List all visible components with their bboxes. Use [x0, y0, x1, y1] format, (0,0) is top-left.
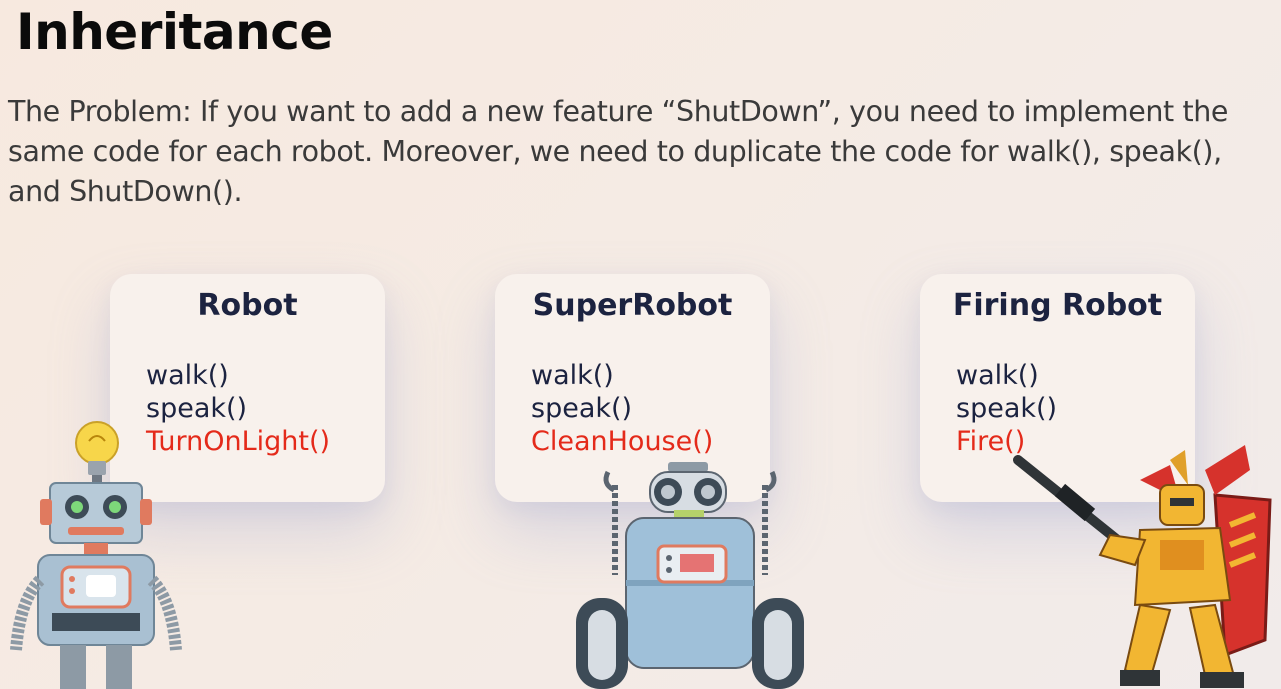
mech-gunner-robot-illustration [1013, 445, 1272, 688]
card-title: Firing Robot [952, 288, 1163, 323]
lightbulb-robot-illustration [10, 421, 182, 689]
card-title: SuperRobot [532, 288, 733, 323]
method-list: walk() speak() CleanHouse() [531, 359, 713, 458]
problem-text: The Problem: If you want to add a new fe… [8, 95, 1229, 208]
method-speak: speak() [531, 393, 633, 424]
method-speak: speak() [956, 393, 1058, 424]
slide-title: Inheritance [16, 3, 333, 61]
card-title: Robot [197, 288, 298, 323]
method-walk: walk() [956, 360, 1039, 391]
method-walk: walk() [531, 360, 614, 391]
method-walk: walk() [146, 360, 229, 391]
wheeled-robot-illustration [576, 462, 804, 689]
method-special: CleanHouse() [531, 426, 714, 457]
